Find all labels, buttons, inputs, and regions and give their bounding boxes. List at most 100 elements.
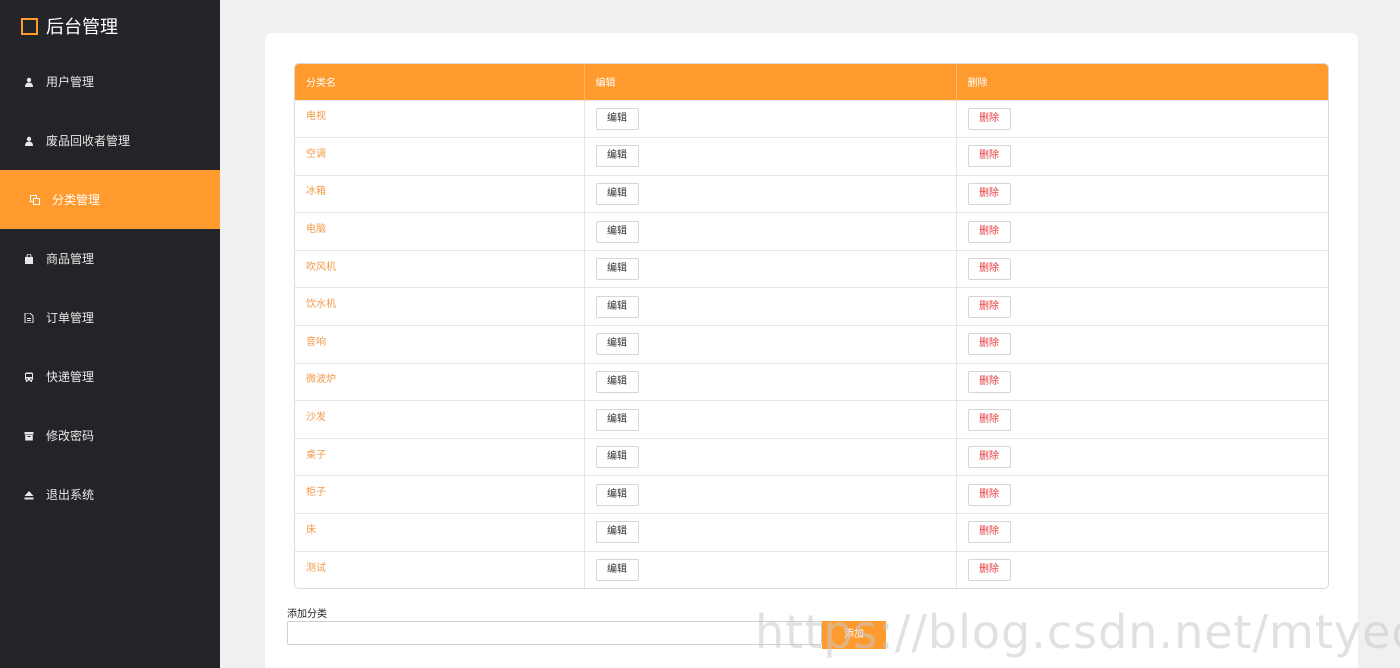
delete-button[interactable]: 删除 xyxy=(967,258,1011,281)
bus-icon xyxy=(24,372,34,382)
brand-title: 后台管理 xyxy=(46,17,118,38)
category-name-cell: 测试 xyxy=(295,550,585,588)
sidebar-nav: 用户管理 废品回收者管理 分类管理 商品管理订单管理快递管理修改密码退出系统 xyxy=(0,52,220,524)
table-row: 电视 编辑 删除 xyxy=(295,99,1328,138)
category-name: 柜子 xyxy=(306,487,326,499)
edit-button[interactable]: 编辑 xyxy=(595,521,639,544)
table-row: 床 编辑 删除 xyxy=(295,513,1328,552)
edit-button[interactable]: 编辑 xyxy=(595,408,639,431)
edit-cell: 编辑 xyxy=(584,212,957,251)
delete-button[interactable]: 删除 xyxy=(967,446,1011,469)
eject-icon xyxy=(24,490,34,500)
delete-cell: 删除 xyxy=(956,174,1328,213)
column-header-delete: 删除 xyxy=(956,64,1328,100)
edit-button[interactable]: 编辑 xyxy=(595,145,639,168)
category-name: 沙发 xyxy=(306,412,326,424)
category-name-cell: 吹风机 xyxy=(295,249,585,288)
delete-button[interactable]: 删除 xyxy=(967,220,1011,243)
delete-button[interactable]: 删除 xyxy=(967,182,1011,205)
edit-cell: 编辑 xyxy=(584,99,957,138)
category-name: 音响 xyxy=(306,336,326,348)
category-name: 空调 xyxy=(306,148,326,160)
table-row: 柜子 编辑 删除 xyxy=(295,475,1328,514)
category-name-cell: 柜子 xyxy=(295,475,585,514)
edit-cell: 编辑 xyxy=(584,550,957,588)
delete-cell: 删除 xyxy=(956,362,1328,401)
edit-button[interactable]: 编辑 xyxy=(595,107,639,130)
table-row: 吹风机 编辑 删除 xyxy=(295,249,1328,288)
sidebar-item-2[interactable]: 废品回收者管理 xyxy=(0,111,220,170)
sidebar-item-8[interactable]: 退出系统 xyxy=(0,465,220,524)
delete-cell: 删除 xyxy=(956,550,1328,588)
sidebar-item-label: 订单管理 xyxy=(46,311,95,325)
edit-cell: 编辑 xyxy=(584,362,957,401)
edit-button[interactable]: 编辑 xyxy=(595,446,639,469)
document-icon xyxy=(24,312,34,323)
brand: 后台管理 xyxy=(0,0,220,52)
delete-button[interactable]: 删除 xyxy=(967,408,1011,431)
delete-button[interactable]: 删除 xyxy=(967,370,1011,393)
sidebar-item-label: 快递管理 xyxy=(46,370,95,384)
delete-cell: 删除 xyxy=(956,99,1328,138)
sidebar-item-label: 修改密码 xyxy=(46,429,95,443)
edit-cell: 编辑 xyxy=(584,287,957,326)
edit-button[interactable]: 编辑 xyxy=(595,220,639,243)
category-name: 桌子 xyxy=(306,449,326,461)
category-name-cell: 沙发 xyxy=(295,400,585,439)
add-category-input[interactable] xyxy=(287,621,822,645)
category-name-cell: 饮水机 xyxy=(295,287,585,326)
delete-button[interactable]: 删除 xyxy=(967,521,1011,544)
shopping-bag-icon xyxy=(24,253,34,264)
edit-cell: 编辑 xyxy=(584,325,957,364)
delete-cell: 删除 xyxy=(956,212,1328,251)
delete-button[interactable]: 删除 xyxy=(967,107,1011,130)
main-card: 分类名 编辑 删除 电视 编辑 删除 空调 编辑 删除 冰箱 编辑 删除 电脑 编辑 删除 吹风机 编辑删… xyxy=(265,33,1358,668)
delete-button[interactable]: 删除 xyxy=(967,483,1011,506)
edit-button[interactable]: 编辑 xyxy=(595,333,639,356)
category-name-cell: 桌子 xyxy=(295,437,585,476)
edit-button[interactable]: 编辑 xyxy=(595,182,639,205)
table-row: 冰箱 编辑 删除 xyxy=(295,174,1328,213)
edit-button[interactable]: 编辑 xyxy=(595,483,639,506)
edit-button[interactable]: 编辑 xyxy=(595,258,639,281)
table-row: 饮水机 编辑 删除 xyxy=(295,287,1328,326)
delete-button[interactable]: 删除 xyxy=(967,333,1011,356)
edit-cell: 编辑 xyxy=(584,437,957,476)
category-name-cell: 电脑 xyxy=(295,212,585,251)
sidebar-item-5[interactable]: 订单管理 xyxy=(0,288,220,347)
delete-button[interactable]: 删除 xyxy=(967,295,1011,318)
edit-cell: 编辑 xyxy=(584,137,957,176)
sidebar: 后台管理 用户管理 废品回收者管理 分类管理 商品管理订单管理快递管理修改密码退出系统 xyxy=(0,0,220,668)
sidebar-item-4[interactable]: 商品管理 xyxy=(0,229,220,288)
delete-button[interactable]: 删除 xyxy=(967,559,1011,582)
sidebar-item-6[interactable]: 快递管理 xyxy=(0,347,220,406)
table-row: 桌子 编辑 删除 xyxy=(295,437,1328,476)
delete-cell: 删除 xyxy=(956,513,1328,552)
delete-cell: 删除 xyxy=(956,137,1328,176)
sidebar-item-1[interactable]: 用户管理 xyxy=(0,52,220,111)
brand-logo-icon xyxy=(21,17,38,35)
delete-button[interactable]: 删除 xyxy=(967,145,1011,168)
table-row: 音响 编辑 删除 xyxy=(295,325,1328,364)
delete-cell: 删除 xyxy=(956,475,1328,514)
user-icon xyxy=(24,77,34,87)
sidebar-item-3[interactable]: 分类管理 xyxy=(0,170,220,229)
delete-cell: 删除 xyxy=(956,287,1328,326)
edit-button[interactable]: 编辑 xyxy=(595,370,639,393)
edit-button[interactable]: 编辑 xyxy=(595,559,639,582)
table-row: 测试 编辑 删除 xyxy=(295,550,1328,588)
category-name: 电脑 xyxy=(306,224,326,236)
category-name: 饮水机 xyxy=(306,299,336,311)
delete-cell: 删除 xyxy=(956,400,1328,439)
delete-cell: 删除 xyxy=(956,249,1328,288)
table-row: 电脑 编辑 删除 xyxy=(295,212,1328,251)
add-category-button[interactable]: 添加 xyxy=(822,621,886,649)
edit-button[interactable]: 编辑 xyxy=(595,295,639,318)
delete-cell: 删除 xyxy=(956,437,1328,476)
add-category-label: 添加分类 xyxy=(287,609,327,620)
category-name-cell: 微波炉 xyxy=(295,362,585,401)
archive-icon xyxy=(24,431,34,441)
category-name-cell: 音响 xyxy=(295,325,585,364)
sidebar-item-7[interactable]: 修改密码 xyxy=(0,406,220,465)
category-name: 微波炉 xyxy=(306,374,336,386)
